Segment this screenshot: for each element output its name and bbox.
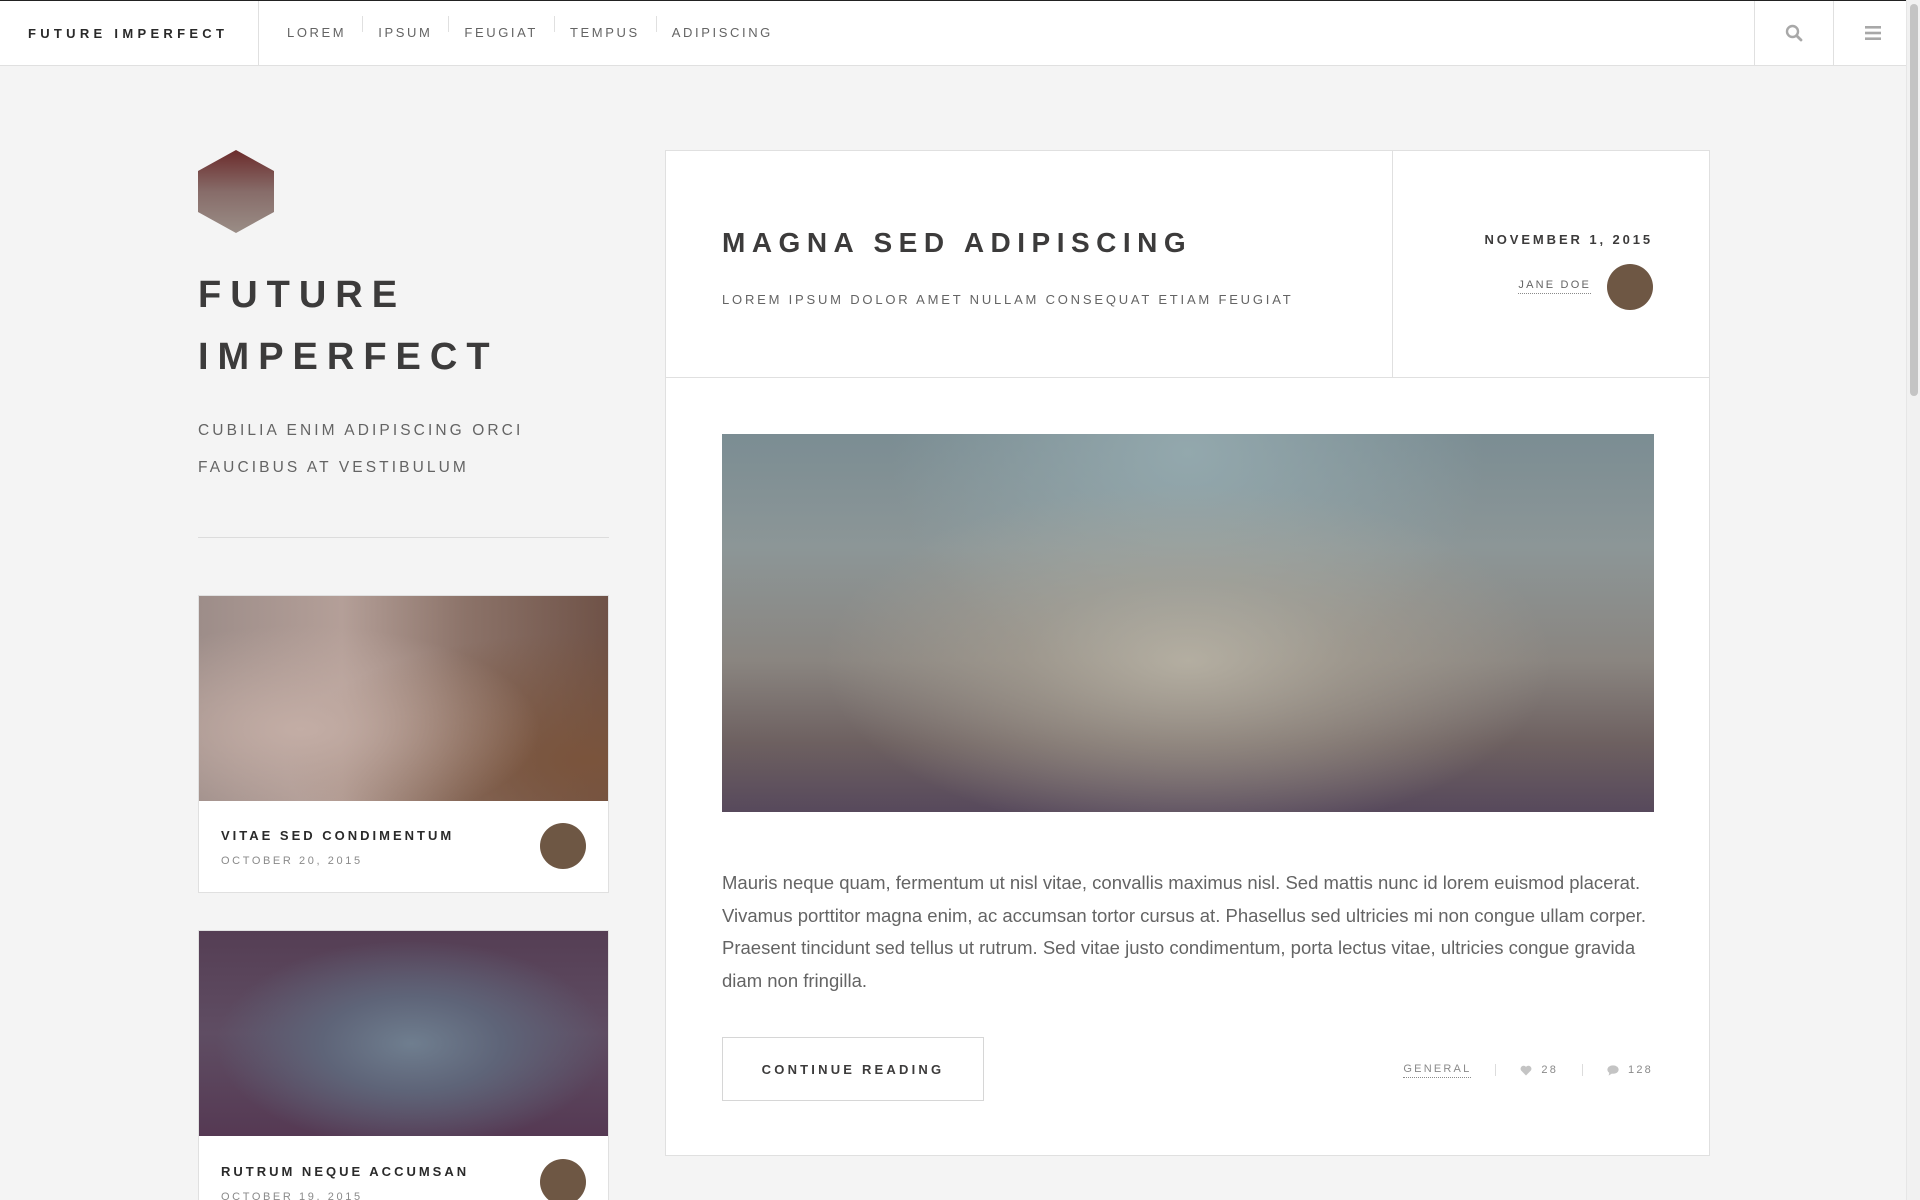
intro-title-line-1: FUTURE <box>198 274 407 316</box>
mini-post-date: OCTOBER 19, 2015 <box>221 1191 363 1200</box>
divider <box>198 537 609 538</box>
comments-link[interactable]: 128 <box>1607 1064 1653 1076</box>
stats-divider <box>1582 1064 1584 1076</box>
comment-icon <box>1607 1064 1619 1076</box>
intro-title-line-2: IMPERFECT <box>198 336 499 378</box>
post-author-link[interactable]: JANE DOE <box>1518 279 1591 294</box>
post-excerpt: Mauris neque quam, fermentum ut nisl vit… <box>722 872 1647 991</box>
mini-post-title[interactable]: RUTRUM NEQUE ACCUMSAN <box>221 1164 469 1179</box>
page-scrollbar[interactable] <box>1906 0 1920 1200</box>
author-avatar[interactable] <box>540 1159 586 1200</box>
author-avatar[interactable] <box>540 823 586 869</box>
likes-link[interactable]: 28 <box>1520 1064 1558 1076</box>
scrollbar-thumb[interactable] <box>1910 4 1918 396</box>
post-subtitle: LOREM IPSUM DOLOR AMET NULLAM CONSEQUAT … <box>722 292 1294 307</box>
nav-item-ipsum[interactable]: IPSUM <box>362 16 448 42</box>
nav-item-tempus[interactable]: TEMPUS <box>553 16 656 42</box>
intro-subtitle: CUBILIA ENIM ADIPISCING ORCI FAUCIBUS AT… <box>198 412 578 486</box>
intro-title: FUTURE IMPERFECT <box>198 264 558 388</box>
post-title-box: MAGNA SED ADIPISCING LOREM IPSUM DOLOR A… <box>666 151 1393 377</box>
mini-post-title[interactable]: VITAE SED CONDIMENTUM <box>221 828 454 843</box>
nav-item-lorem[interactable]: LOREM <box>272 24 362 42</box>
main-post: MAGNA SED ADIPISCING LOREM IPSUM DOLOR A… <box>665 150 1710 1156</box>
nav-item-adipiscing[interactable]: ADIPISCING <box>655 16 789 42</box>
brand-link[interactable]: FUTURE IMPERFECT <box>0 1 259 65</box>
stats-divider <box>1495 1064 1497 1076</box>
mini-post-date: OCTOBER 20, 2015 <box>221 855 363 867</box>
author-avatar[interactable] <box>1607 264 1653 310</box>
intro-subtitle-line-1: CUBILIA ENIM ADIPISCING ORCI <box>198 422 524 439</box>
intro-subtitle-line-2: FAUCIBUS AT VESTIBULUM <box>198 459 469 476</box>
mini-post-image[interactable] <box>199 931 608 1136</box>
nav-item-feugiat[interactable]: FEUGIAT <box>448 16 554 42</box>
main-nav: LOREM IPSUM FEUGIAT TEMPUS ADIPISCING <box>272 1 789 65</box>
menu-icon <box>1865 26 1881 40</box>
search-button[interactable] <box>1754 1 1833 65</box>
mini-post-image[interactable] <box>199 596 608 801</box>
mini-post: VITAE SED CONDIMENTUM OCTOBER 20, 2015 <box>198 595 609 893</box>
top-header: FUTURE IMPERFECT LOREM IPSUM FEUGIAT TEM… <box>0 0 1906 66</box>
continue-reading-button[interactable]: CONTINUE READING <box>722 1037 984 1101</box>
post-meta: NOVEMBER 1, 2015 JANE DOE <box>1393 151 1709 377</box>
post-date: NOVEMBER 1, 2015 <box>1484 232 1653 247</box>
search-icon <box>1785 24 1803 42</box>
post-header: MAGNA SED ADIPISCING LOREM IPSUM DOLOR A… <box>666 151 1709 378</box>
post-stats: GENERAL 28 128 <box>1403 1063 1653 1078</box>
category-link[interactable]: GENERAL <box>1403 1063 1472 1078</box>
likes-count: 28 <box>1541 1064 1559 1076</box>
mini-post: RUTRUM NEQUE ACCUMSAN OCTOBER 19, 2015 <box>198 930 609 1200</box>
hexagon-logo-icon[interactable] <box>198 150 274 233</box>
menu-button[interactable] <box>1833 1 1912 65</box>
post-image[interactable] <box>722 434 1654 812</box>
post-title[interactable]: MAGNA SED ADIPISCING <box>722 227 1192 259</box>
comments-count: 128 <box>1628 1064 1653 1076</box>
heart-icon <box>1520 1065 1532 1075</box>
